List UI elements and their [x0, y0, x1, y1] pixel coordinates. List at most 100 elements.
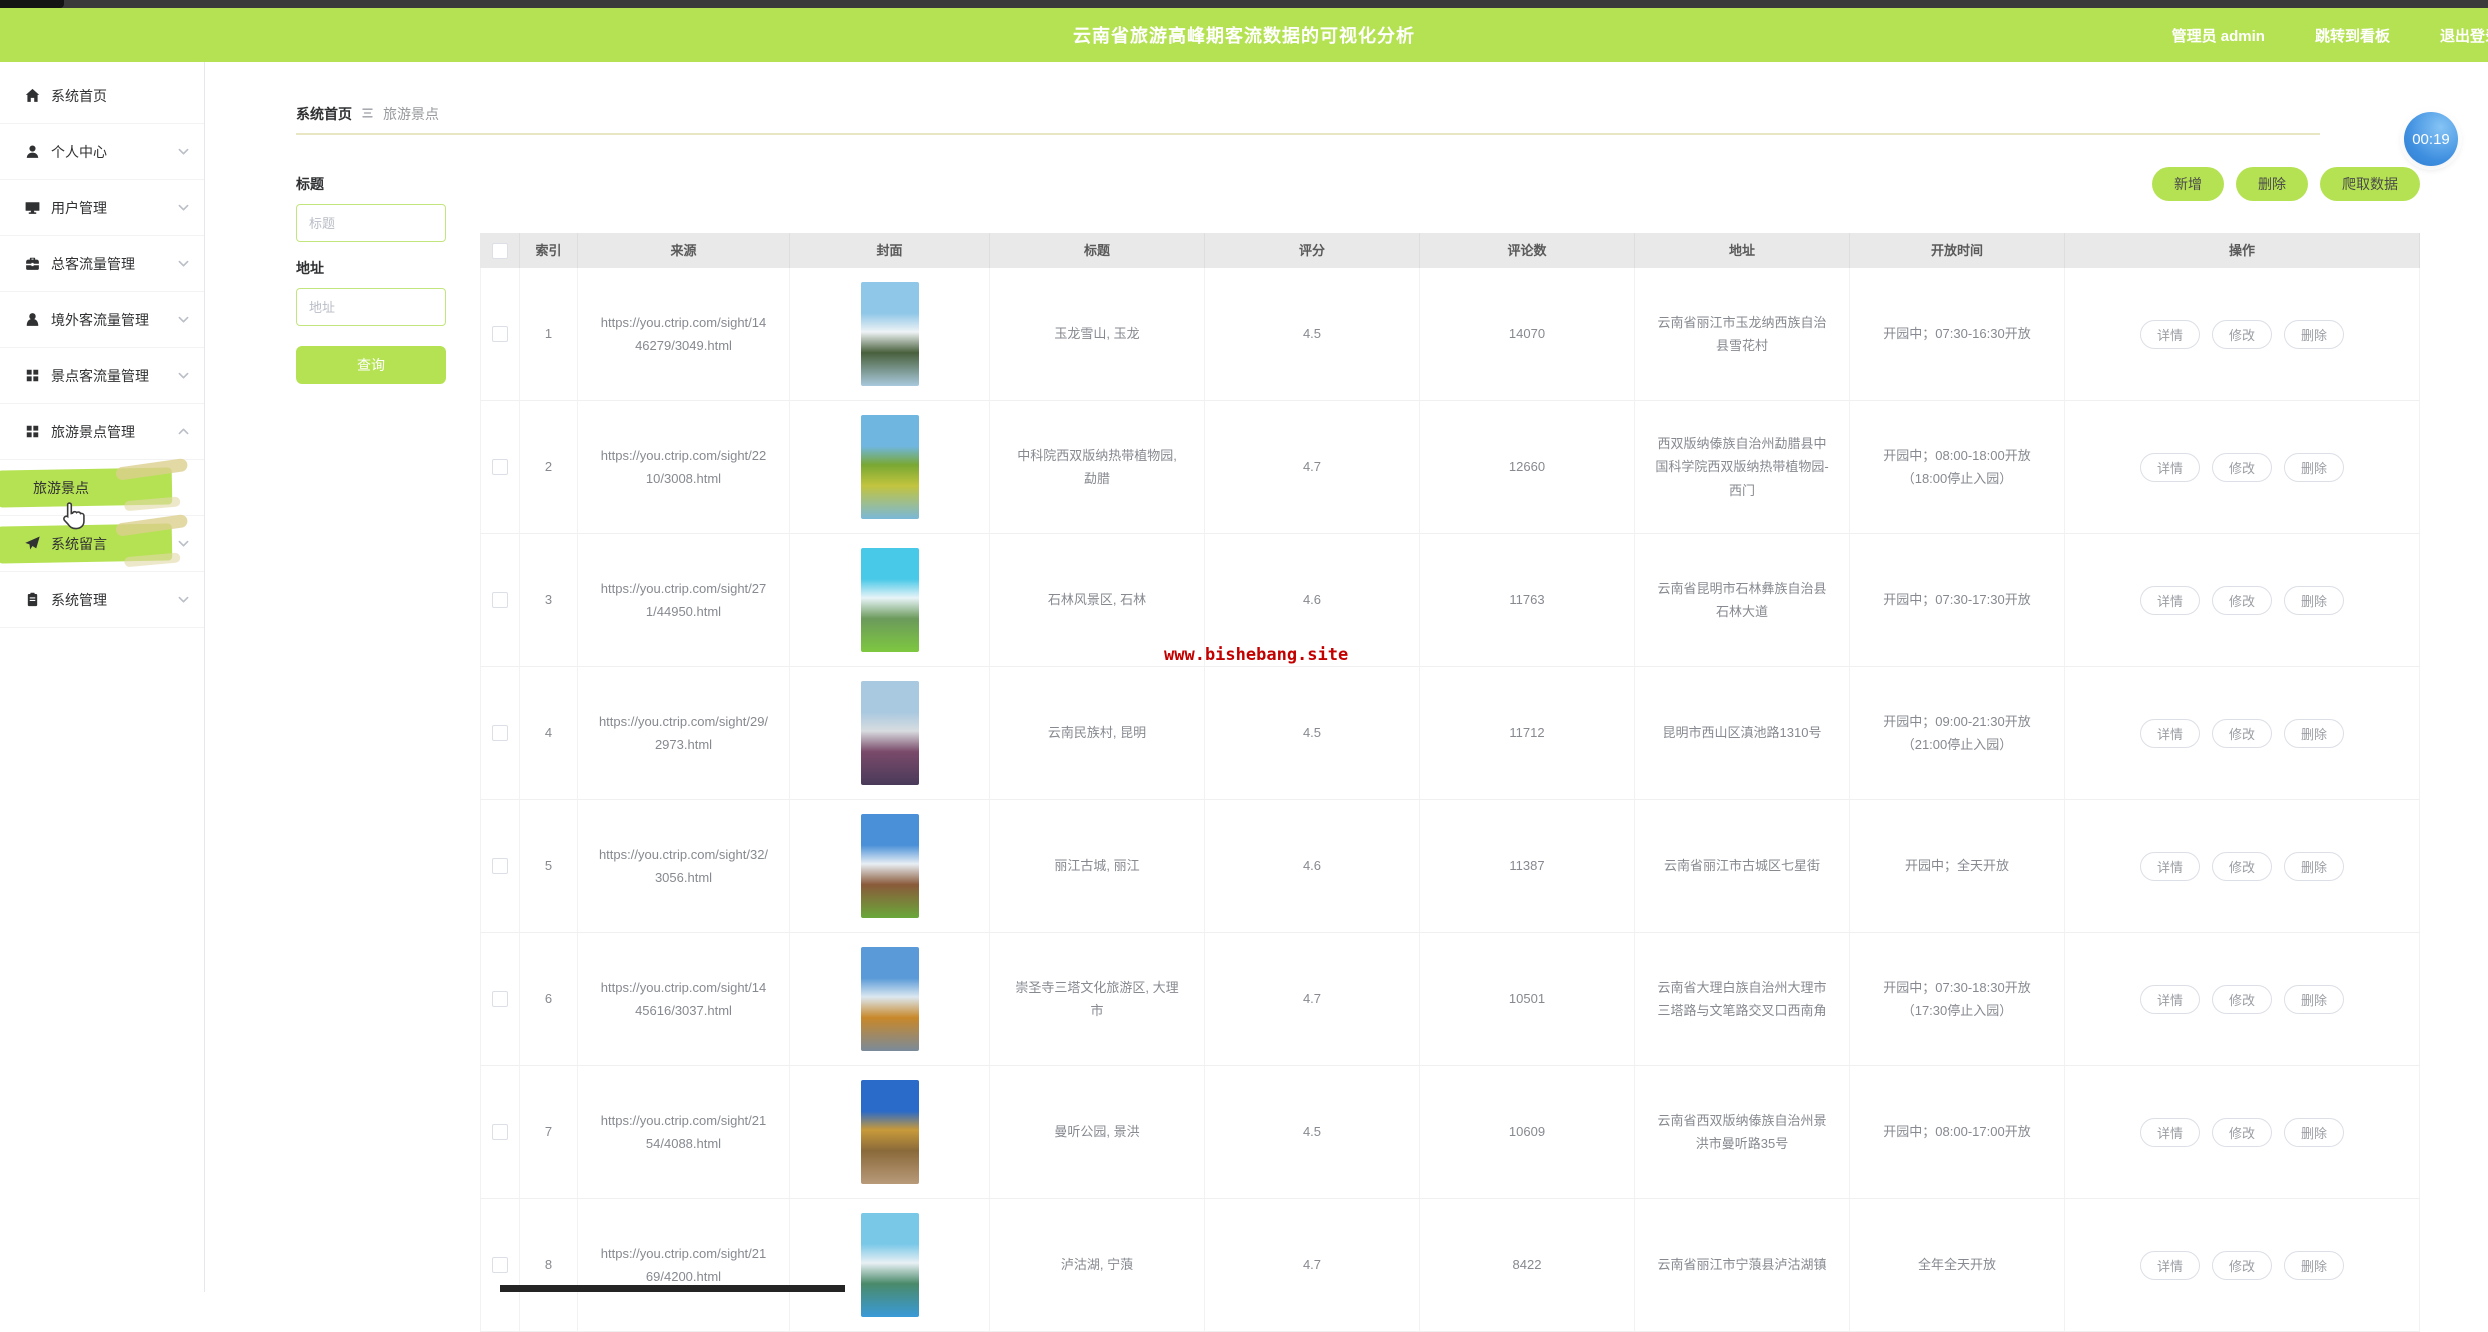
address-text: 云南省丽江市玉龙纳西族自治县雪花村 [1635, 311, 1849, 358]
cell-rating: 4.5 [1205, 1066, 1420, 1199]
cell-address: 云南省丽江市宁蒗县泸沽湖镇 [1635, 1199, 1850, 1332]
table-row: 5https://you.ctrip.com/sight/32/3056.htm… [480, 800, 2420, 933]
row-checkbox[interactable] [492, 326, 508, 342]
row-checkbox[interactable] [492, 459, 508, 475]
bottom-strip [500, 1285, 845, 1292]
grid-icon [24, 367, 41, 384]
detail-button[interactable]: 详情 [2140, 1251, 2200, 1280]
delete-button[interactable]: 删除 [2284, 453, 2344, 482]
delete-button[interactable]: 删除 [2284, 985, 2344, 1014]
sidebar-item-label: 用户管理 [51, 198, 107, 218]
delete-button[interactable]: 删除 [2284, 1118, 2344, 1147]
sidebar-item-label: 系统首页 [51, 86, 107, 106]
row-checkbox[interactable] [492, 991, 508, 1007]
cell-index: 7 [520, 1066, 578, 1199]
delete-button[interactable]: 删除 [2284, 852, 2344, 881]
delete-button[interactable]: 删除 [2284, 586, 2344, 615]
edit-button[interactable]: 修改 [2212, 320, 2272, 349]
detail-button[interactable]: 详情 [2140, 719, 2200, 748]
address-filter-input[interactable] [296, 288, 446, 326]
cell-actions: 详情修改删除 [2065, 933, 2420, 1066]
cell-open-time: 开园中；07:30-16:30开放 [1850, 268, 2065, 401]
cell-source: https://you.ctrip.com/sight/32/3056.html [578, 800, 790, 933]
detail-button[interactable]: 详情 [2140, 320, 2200, 349]
edit-button[interactable]: 修改 [2212, 852, 2272, 881]
timer-badge: 00:19 [2404, 112, 2458, 166]
select-all-checkbox[interactable] [492, 243, 508, 259]
cell-title: 泸沽湖, 宁蒗 [990, 1199, 1205, 1332]
edit-button[interactable]: 修改 [2212, 1251, 2272, 1280]
title-filter-input[interactable] [296, 204, 446, 242]
edit-button[interactable]: 修改 [2212, 1118, 2272, 1147]
address-text: 云南省丽江市古城区七星街 [1644, 854, 1840, 877]
delete-button[interactable]: 删除 [2236, 167, 2308, 201]
row-checkbox[interactable] [492, 592, 508, 608]
sidebar-item-users[interactable]: 用户管理 [0, 180, 204, 236]
cell-cover [790, 800, 990, 933]
source-url: https://you.ctrip.com/sight/2169/4200.ht… [578, 1242, 789, 1289]
cell-source: https://you.ctrip.com/sight/2210/3008.ht… [578, 401, 790, 534]
open-time-text: 全年全天开放 [1906, 1253, 2008, 1276]
detail-button[interactable]: 详情 [2140, 985, 2200, 1014]
row-checkbox[interactable] [492, 858, 508, 874]
edit-button[interactable]: 修改 [2212, 719, 2272, 748]
cell-source: https://you.ctrip.com/sight/2154/4088.ht… [578, 1066, 790, 1199]
clipboard-icon [24, 591, 41, 608]
detail-button[interactable]: 详情 [2140, 1118, 2200, 1147]
cell-open-time: 开园中；08:00-17:00开放 [1850, 1066, 2065, 1199]
sidebar-item-messages[interactable]: 系统留言 [0, 516, 204, 572]
row-checkbox[interactable] [492, 725, 508, 741]
add-button[interactable]: 新增 [2152, 167, 2224, 201]
cell-index: 2 [520, 401, 578, 534]
sidebar-item-system[interactable]: 系统管理 [0, 572, 204, 628]
person-icon [24, 311, 41, 328]
sidebar-item-total-flow[interactable]: 总客流量管理 [0, 236, 204, 292]
cell-actions: 详情修改删除 [2065, 667, 2420, 800]
sight-title: 丽江古城, 丽江 [1034, 854, 1159, 877]
app-title: 云南省旅游高峰期客流数据的可视化分析 [1073, 22, 1415, 48]
delete-button[interactable]: 删除 [2284, 1251, 2344, 1280]
cover-image [861, 1080, 919, 1184]
sights-table: 索引来源封面标题评分评论数地址开放时间操作1https://you.ctrip.… [480, 233, 2420, 1332]
sidebar-item-overseas-flow[interactable]: 境外客流量管理 [0, 292, 204, 348]
cell-select [480, 534, 520, 667]
chevron-down-icon [177, 313, 190, 326]
app-header: 云南省旅游高峰期客流数据的可视化分析 管理员 admin 跳转到看板 退出登录 [0, 8, 2488, 62]
header-logout-link[interactable]: 退出登录 [2440, 25, 2488, 46]
open-time-text: 开园中；08:00-18:00开放（18:00停止入园） [1850, 444, 2064, 491]
breadcrumb-home[interactable]: 系统首页 [296, 104, 352, 124]
title-filter-label: 标题 [296, 174, 446, 194]
detail-button[interactable]: 详情 [2140, 453, 2200, 482]
delete-button[interactable]: 删除 [2284, 320, 2344, 349]
row-checkbox[interactable] [492, 1257, 508, 1273]
edit-button[interactable]: 修改 [2212, 453, 2272, 482]
table-header-cell: 来源 [578, 233, 790, 268]
table-row: 6https://you.ctrip.com/sight/1445616/303… [480, 933, 2420, 1066]
cell-rating: 4.7 [1205, 1199, 1420, 1332]
cell-cover [790, 401, 990, 534]
sidebar-item-profile[interactable]: 个人中心 [0, 124, 204, 180]
table-header-cell: 封面 [790, 233, 990, 268]
sidebar-item-sight-mgmt[interactable]: 旅游景点管理 [0, 404, 204, 460]
cell-actions: 详情修改删除 [2065, 534, 2420, 667]
cell-select [480, 933, 520, 1066]
sidebar-item-home[interactable]: 系统首页 [0, 68, 204, 124]
edit-button[interactable]: 修改 [2212, 586, 2272, 615]
row-checkbox[interactable] [492, 1124, 508, 1140]
delete-button[interactable]: 删除 [2284, 719, 2344, 748]
cell-comments: 11712 [1420, 667, 1635, 800]
sidebar-item-sights[interactable]: 旅游景点 [0, 460, 204, 516]
detail-button[interactable]: 详情 [2140, 852, 2200, 881]
cover-image [861, 681, 919, 785]
crawl-data-button[interactable]: 爬取数据 [2320, 167, 2420, 201]
table-row: 1https://you.ctrip.com/sight/1446279/304… [480, 268, 2420, 401]
header-board-link[interactable]: 跳转到看板 [2315, 25, 2390, 46]
search-button[interactable]: 查询 [296, 346, 446, 384]
sidebar-item-sight-flow[interactable]: 景点客流量管理 [0, 348, 204, 404]
edit-button[interactable]: 修改 [2212, 985, 2272, 1014]
detail-button[interactable]: 详情 [2140, 586, 2200, 615]
cell-open-time: 全年全天开放 [1850, 1199, 2065, 1332]
breadcrumb: 系统首页 旅游景点 [296, 104, 439, 124]
watermark: www.bishebang.site [1164, 645, 1348, 665]
cell-open-time: 开园中；08:00-18:00开放（18:00停止入园） [1850, 401, 2065, 534]
